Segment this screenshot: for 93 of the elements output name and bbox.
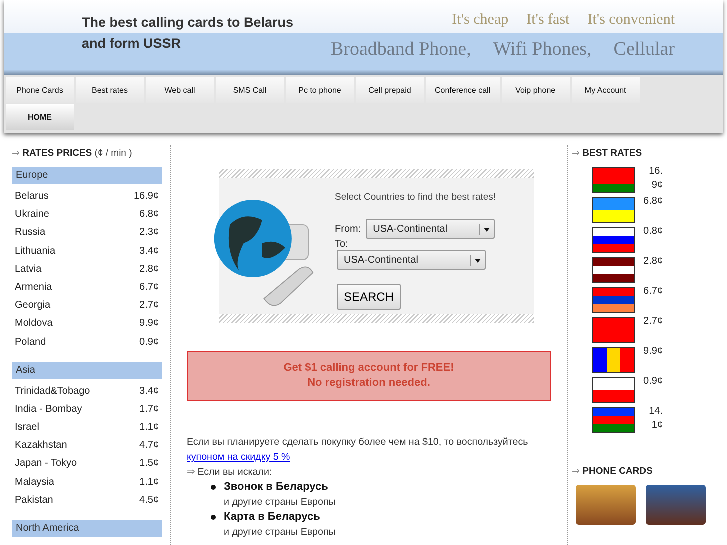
rate-value: 6.8¢	[642, 195, 663, 209]
rate-value: 9.9¢	[642, 345, 663, 359]
rate-value: 3.4¢	[140, 244, 159, 259]
rate-value: 2.8¢	[642, 255, 663, 269]
search-prompt: Select Countries to find the best rates!	[335, 192, 496, 203]
country-name: Ukraine	[15, 208, 50, 222]
search-lead: Если вы искали:	[198, 467, 272, 478]
nav-tab[interactable]: Voip phone	[502, 77, 570, 103]
to-label: To:	[335, 239, 348, 250]
nav-tab[interactable]: Cell prepaid	[356, 77, 424, 103]
rate-value: 0.8¢	[642, 225, 663, 239]
rate-value: 6.7¢	[140, 280, 159, 295]
country-name: India - Bombay	[15, 402, 82, 417]
country-name: Pakistan	[15, 494, 54, 508]
country-name: Poland	[15, 336, 46, 350]
rate-value: 1.5¢	[140, 457, 159, 472]
nav-tab[interactable]: Web call	[146, 77, 214, 103]
headline: The best calling cards to Belarus and form USSR	[82, 14, 295, 53]
country-name: Belarus	[15, 190, 49, 204]
flag-icon[interactable]	[592, 227, 635, 253]
country-name: Russia	[15, 226, 46, 240]
rate-value: 9.9¢	[140, 317, 159, 332]
service-name: Broadband Phone,	[330, 39, 472, 61]
rate-value: 4.5¢	[140, 494, 159, 508]
nav-tab[interactable]: Best rates	[76, 77, 144, 103]
section-title: BEST RATES	[582, 148, 642, 159]
suggestion-link[interactable]: Звонок в Беларусь	[224, 480, 336, 495]
flag-icon[interactable]	[592, 197, 635, 223]
rate-value: 6.7¢	[642, 285, 663, 299]
service-name: Wifi Phones,	[493, 39, 592, 61]
to-dropdown[interactable]: USA-Continental	[337, 250, 486, 270]
from-label: From:	[335, 224, 362, 234]
rate-value: 1.7¢	[140, 402, 159, 417]
phone-card-photo[interactable]	[576, 485, 636, 525]
country-name: Moldova	[15, 317, 53, 332]
flag-icon[interactable]	[592, 257, 635, 283]
tagline: It's fast	[526, 12, 570, 29]
promo-text: No registration needed.	[306, 376, 432, 391]
country-name: Israel	[15, 421, 40, 436]
rate-value: 14.1¢	[648, 405, 663, 433]
region-header: Asia	[12, 362, 162, 379]
service-name: Cellular	[614, 39, 675, 61]
tagline: It's cheap	[452, 12, 509, 29]
region-header: North America	[12, 520, 162, 537]
nav-tab[interactable]: My Account	[572, 77, 640, 103]
rate-value: 3.4¢	[140, 384, 159, 399]
country-name: Armenia	[15, 280, 52, 295]
from-dropdown[interactable]: USA-Continental	[366, 219, 496, 239]
country-name: Trinidad&Tobago	[15, 384, 90, 399]
rate-value: 16.9¢	[134, 190, 159, 204]
country-name: Lithuania	[15, 244, 56, 259]
section-title: PHONE CARDS	[582, 466, 653, 477]
country-name: Japan - Tokyo	[15, 457, 78, 472]
rate-value: 0.9¢	[642, 375, 663, 389]
rate-value: 6.8¢	[140, 208, 159, 222]
rate-value: 2.3¢	[140, 226, 159, 240]
arrow-icon: ⇒	[572, 466, 580, 477]
coupon-link[interactable]: купоном на скидку 5 %	[187, 452, 290, 463]
promo-text: Get $1 calling account for FREE!	[282, 361, 456, 376]
bullet-icon	[211, 515, 216, 520]
flag-icon[interactable]	[592, 347, 635, 373]
country-name: Kazakhstan	[15, 439, 68, 454]
rate-value: 16.9¢	[648, 165, 663, 193]
unit-label: (¢ / min )	[94, 148, 132, 159]
rate-value: 2.7¢	[140, 299, 159, 314]
arrow-icon: ⇒	[187, 467, 195, 478]
country-name: Latvia	[15, 262, 42, 277]
nav-tab[interactable]: Pc to phone	[286, 77, 354, 103]
suggestion-note: и другие страны Европы	[224, 496, 336, 510]
region-header: Europe	[12, 167, 162, 184]
nav-tab[interactable]: Conference call	[426, 77, 500, 103]
bullet-icon	[211, 485, 216, 490]
rate-value: 1.1¢	[140, 421, 159, 436]
suggestion-note: и другие страны Европы	[224, 526, 336, 540]
search-button[interactable]: SEARCH	[337, 284, 402, 310]
tagline: It's convenient	[588, 12, 675, 29]
nav-tab[interactable]: SMS Call	[216, 77, 284, 103]
rate-value: 4.7¢	[140, 439, 159, 454]
country-name: Georgia	[15, 299, 51, 314]
section-title: RATES PRICES	[22, 148, 92, 159]
rate-value: 2.8¢	[140, 262, 159, 277]
arrow-icon: ⇒	[12, 148, 20, 159]
suggestion-link[interactable]: Карта в Беларусь	[224, 510, 336, 525]
flag-icon[interactable]	[592, 287, 635, 313]
rate-value: 2.7¢	[642, 315, 663, 329]
country-name: Malaysia	[15, 476, 54, 490]
info-paragraph: Если вы планируете сделать покупку более чем на $10, то воспользуйтесь купоном на скидку 5 %	[187, 436, 530, 465]
rate-value: 0.9¢	[140, 336, 159, 350]
arrow-icon: ⇒	[572, 148, 580, 159]
nav-tab[interactable]: HOME	[6, 104, 74, 130]
flag-icon[interactable]	[592, 377, 635, 403]
nav-tab[interactable]: Phone Cards	[6, 77, 74, 103]
rate-value: 1.1¢	[140, 476, 159, 490]
